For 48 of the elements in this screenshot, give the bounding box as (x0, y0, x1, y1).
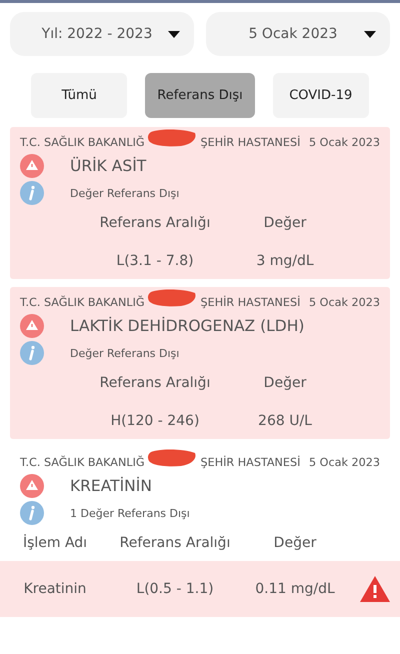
test-name: KREATİNİN (70, 477, 152, 495)
table-cell-text: 0.11 mg/dL (254, 581, 336, 597)
status-note: Değer Referans Dışı (70, 186, 180, 200)
caret-icon (168, 30, 180, 38)
result-date: 5 Ocak 2023 (309, 136, 380, 148)
redaction-mark (146, 449, 197, 467)
hospital-name: ŞEHİR HASTANESİ (200, 136, 300, 148)
hospital-name: T.C. SAĞLIK BAKANLIĞ (20, 296, 145, 308)
table-cell-text: 268 U/L (257, 413, 313, 429)
table-cell-text: L(0.5 - 1.1) (135, 581, 215, 597)
column-header: Referans Aralığı (98, 215, 212, 231)
hospital-name: T.C. SAĞLIK BAKANLIĞ (20, 456, 145, 468)
column-header: Değer (272, 535, 318, 551)
hospital-name: ŞEHİR HASTANESİ (200, 456, 300, 468)
column-header: Değer (262, 375, 308, 391)
hospital-name: T.C. SAĞLIK BAKANLIĞ (20, 136, 145, 148)
test-name: LAKTİK DEHİDROGENAZ (LDH) (70, 317, 304, 335)
status-note: Değer Referans Dışı (70, 346, 180, 360)
warning-icon (360, 576, 390, 602)
table-cell-text: Kreatinin (22, 581, 88, 597)
warning-icon (20, 154, 44, 178)
result-card[interactable]: T.C. SAĞLIK BAKANLIĞ ŞEHİR HASTANESİ 5 Ocak 2023 ÜRİK ASİT Değer Referans Dışı Referans Aralığı Değer L(3.1 - 7.8) 3 mg/dL (10, 127, 390, 279)
caret-icon (364, 30, 376, 38)
column-header: Referans Aralığı (98, 375, 212, 391)
filter-tab[interactable]: Referans Dışı (145, 73, 255, 118)
info-icon (20, 181, 44, 205)
result-date: 5 Ocak 2023 (309, 296, 380, 308)
info-icon (20, 501, 44, 525)
filter-tab[interactable]: Tümü (31, 73, 128, 118)
column-header: Değer (262, 215, 308, 231)
warning-icon (20, 314, 44, 338)
redaction-mark (146, 289, 197, 307)
hospital-name: ŞEHİR HASTANESİ (200, 296, 300, 308)
date-dropdown[interactable]: 5 Ocak 2023 (206, 12, 390, 56)
table-cell-text: L(3.1 - 7.8) (115, 253, 195, 269)
warning-icon (20, 474, 44, 498)
test-name: ÜRİK ASİT (70, 157, 146, 175)
filter-tab[interactable]: COVID-19 (272, 73, 369, 118)
column-header: Referans Aralığı (118, 535, 232, 551)
table-cell-text: 3 mg/dL (255, 253, 315, 269)
year-dropdown[interactable]: Yıl: 2022 - 2023 (10, 12, 194, 56)
result-card[interactable]: T.C. SAĞLIK BAKANLIĞ ŞEHİR HASTANESİ 5 Ocak 2023 LAKTİK DEHİDROGENAZ (LDH) Değer Referans Dışı Referans Aralığı Değer H(120 - 246) 268 U/L (10, 287, 390, 439)
status-note: 1 Değer Referans Dışı (70, 506, 190, 520)
result-date: 5 Ocak 2023 (309, 456, 380, 468)
table-cell-text: H(120 - 246) (110, 413, 200, 429)
redaction-mark (146, 129, 197, 147)
info-icon (20, 341, 44, 365)
column-header: İşlem Adı (22, 535, 88, 551)
